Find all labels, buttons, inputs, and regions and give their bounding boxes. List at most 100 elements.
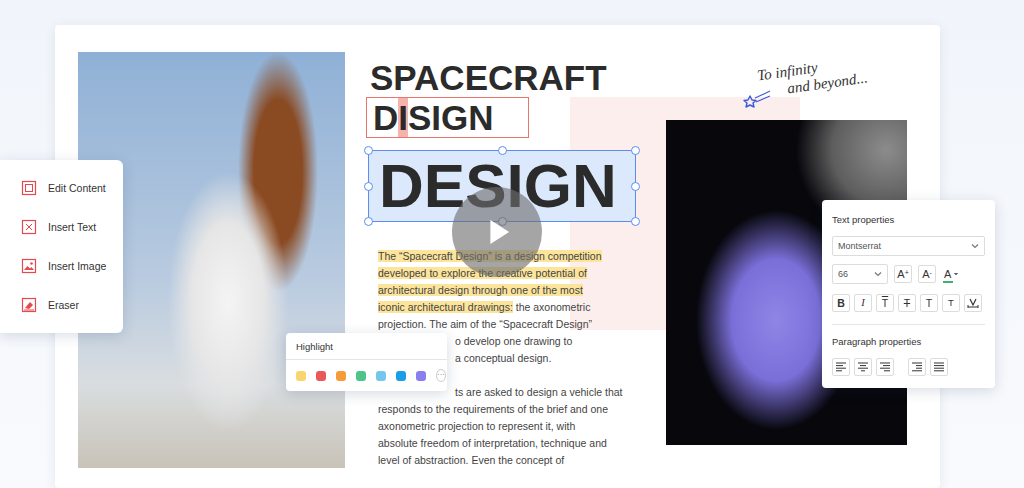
resize-handle[interactable] (364, 182, 373, 191)
image-icon (21, 258, 37, 274)
text-segment: iconic architectural drawings: (378, 301, 513, 313)
text-segment: axonometric projection to represent it, … (378, 420, 575, 432)
color-swatch[interactable] (316, 371, 326, 381)
style-row: BITTTT (832, 294, 985, 312)
chevron-down-icon (874, 270, 882, 278)
play-icon (475, 210, 519, 254)
word-part: SIGN (408, 98, 494, 137)
tool-label: Insert Text (48, 221, 96, 233)
play-button[interactable] (452, 187, 542, 277)
paragraph-title: Paragraph properties (832, 336, 985, 348)
style-button[interactable]: T (920, 294, 938, 312)
text-line: absolute freedom of interpretation, tech… (378, 435, 623, 452)
highlight-popup: Highlight ··· (286, 333, 447, 391)
misspelled-word[interactable]: DISIGN (366, 97, 529, 138)
resize-handle[interactable] (498, 146, 507, 155)
text-segment: ts are asked to design a vehicle that (455, 386, 623, 398)
tool-item[interactable]: Insert Text (21, 217, 123, 237)
color-swatch[interactable] (396, 371, 406, 381)
text-line: level of abstraction. Even the concept o… (378, 452, 623, 469)
text-properties-panel: Text propertiesMontserrat66A+A-ABITTTTPa… (822, 200, 995, 388)
word-part: D (373, 98, 398, 137)
color-bar (943, 281, 953, 283)
paragraph: ts are asked to design a vehicle that res… (370, 384, 623, 469)
edit-icon (21, 180, 37, 196)
color-swatch[interactable] (296, 371, 306, 381)
swatch-row: ··· (286, 360, 447, 382)
text-segment: projection. The aim of the “Spacecraft D… (378, 318, 592, 330)
style-glyph: T (882, 297, 888, 309)
align-left-icon (835, 361, 847, 373)
text-icon (21, 219, 37, 235)
resize-handle[interactable] (631, 217, 640, 226)
align-button[interactable] (854, 358, 872, 376)
font-dropdown[interactable]: Montserrat (832, 236, 985, 256)
style-button[interactable]: T (942, 294, 960, 312)
font-name: Montserrat (838, 241, 881, 251)
text-line: projection. The aim of the “Spacecraft D… (378, 316, 602, 333)
resize-handle[interactable] (364, 217, 373, 226)
text-segment: absolute freedom of interpretation, tech… (378, 437, 607, 449)
tool-label: Edit Content (48, 182, 106, 194)
color-swatch[interactable] (356, 371, 366, 381)
style-glyph: T (948, 297, 954, 309)
indent-icon (911, 361, 923, 373)
text-segment: a conceptual design. (455, 352, 551, 364)
align-button[interactable] (832, 358, 850, 376)
text-segment: responds to the requirements of the brie… (378, 403, 608, 415)
shooting-star-icon (742, 90, 772, 112)
indent-button[interactable] (930, 358, 948, 376)
text-segment: architectural design through one of the … (378, 284, 583, 296)
document-title[interactable]: SPACECRAFT (370, 60, 607, 95)
text-line: architectural design through one of the … (378, 282, 602, 299)
tool-label: Eraser (48, 299, 79, 311)
text-line: responds to the requirements of the brie… (378, 401, 623, 418)
font-size-button[interactable]: A- (918, 265, 936, 283)
page: SPACECRAFTDISIGNDESIGNThe “Spacecraft De… (0, 0, 1024, 488)
chevron-down-icon (953, 271, 959, 277)
style-glyph: T (904, 297, 910, 309)
text-segment: the axonometric (513, 301, 591, 313)
character-spacing-icon (967, 297, 979, 309)
alignment-row (832, 358, 985, 376)
text-segment: level of abstraction. Even the concept o… (378, 454, 564, 466)
tool-item[interactable]: Insert Image (21, 256, 123, 276)
justify-icon (933, 361, 945, 373)
color-swatch[interactable] (336, 371, 346, 381)
align-center-icon (857, 361, 869, 373)
style-glyph: B (837, 297, 845, 309)
divider (832, 324, 985, 325)
style-glyph: T (926, 297, 932, 309)
size-dropdown[interactable]: 66 (832, 264, 888, 284)
word-part: I (398, 98, 408, 137)
tool-item[interactable]: Eraser (21, 295, 123, 315)
text-line: axonometric projection to represent it, … (378, 418, 623, 435)
tool-panel: Edit Content Insert Text Insert Image Erase… (0, 160, 123, 333)
resize-handle[interactable] (631, 182, 640, 191)
panel-title: Text properties (832, 214, 985, 226)
resize-handle[interactable] (631, 146, 640, 155)
tool-item[interactable]: Edit Content (21, 178, 123, 198)
font-color-button[interactable]: A (942, 268, 961, 281)
size-row: 66A+A-A (832, 264, 985, 284)
resize-handle[interactable] (364, 146, 373, 155)
spacing-button[interactable] (964, 294, 982, 312)
align-button[interactable] (876, 358, 894, 376)
style-button[interactable]: T (876, 294, 894, 312)
chevron-down-icon (971, 242, 979, 250)
style-button[interactable]: T (898, 294, 916, 312)
eraser-icon (21, 297, 37, 313)
more-colors-button[interactable]: ··· (436, 369, 446, 382)
color-swatch[interactable] (376, 371, 386, 381)
text-line: iconic architectural drawings: the axono… (378, 299, 602, 316)
style-button[interactable]: B (832, 294, 850, 312)
color-swatch[interactable] (416, 371, 426, 381)
font-size-button[interactable]: A+ (894, 265, 912, 283)
button-letter: A (922, 268, 929, 280)
spacer (898, 367, 904, 368)
popup-title: Highlight (286, 341, 447, 360)
align-right-icon (879, 361, 891, 373)
indent-button[interactable] (908, 358, 926, 376)
button-mark: + (905, 269, 909, 276)
style-button[interactable]: I (854, 294, 872, 312)
